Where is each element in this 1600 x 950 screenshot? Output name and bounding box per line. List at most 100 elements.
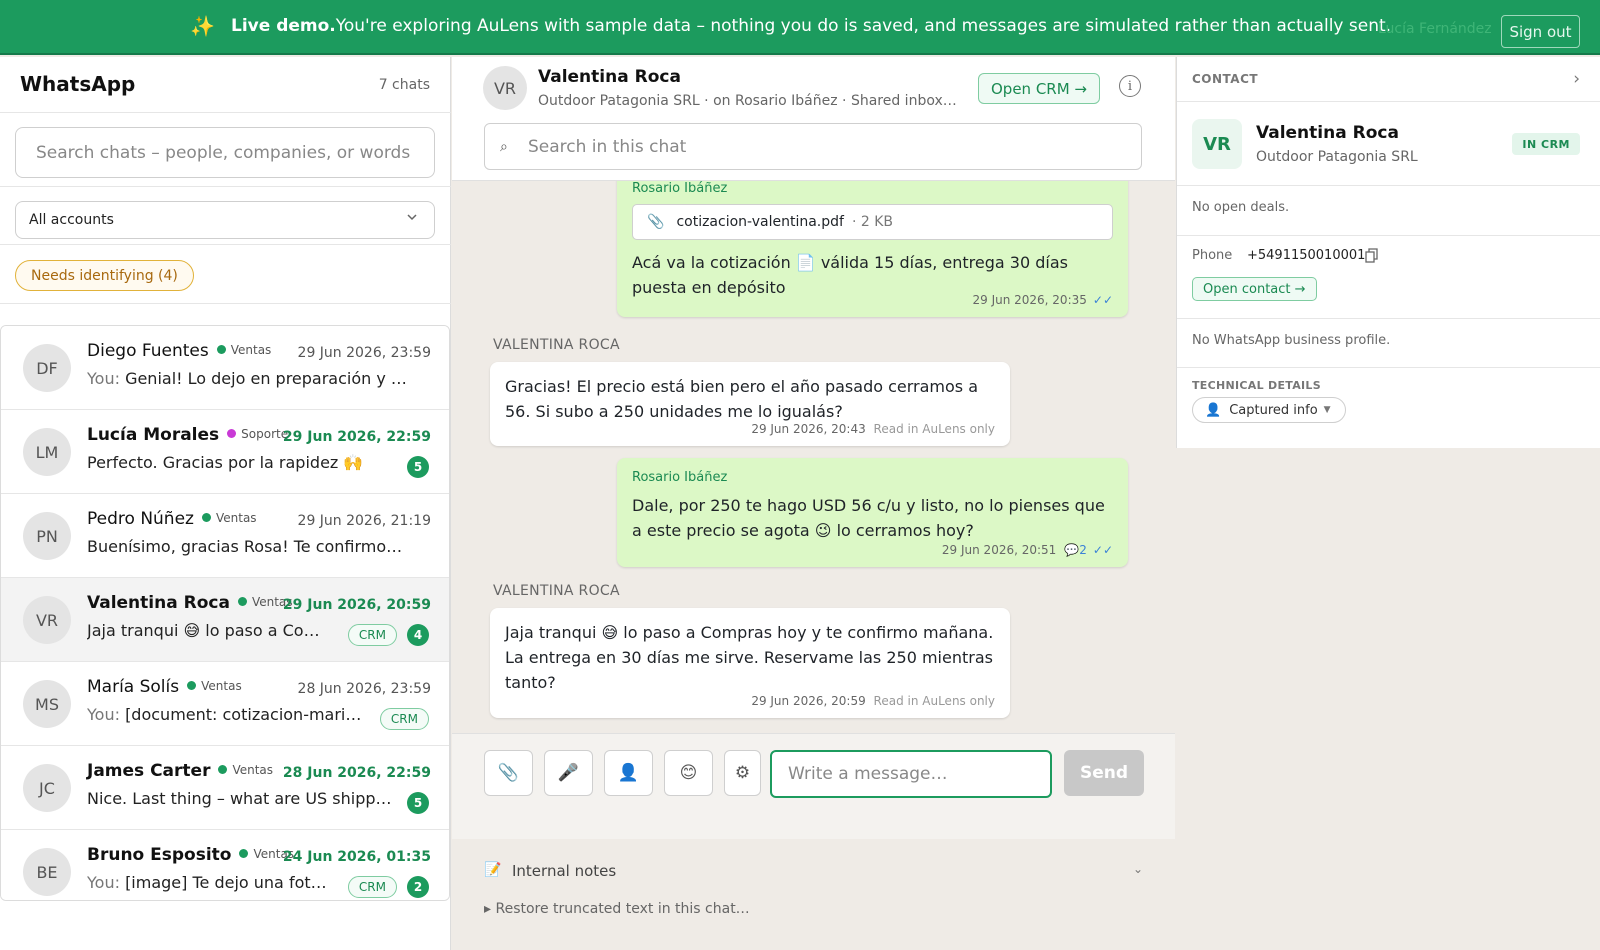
avatar: LM — [23, 428, 71, 476]
chat-count: 7 chats — [378, 77, 430, 93]
chat-time: 28 Jun 2026, 22:59 — [282, 765, 431, 781]
chat-search-input[interactable] — [15, 127, 435, 178]
divider — [1177, 235, 1600, 236]
chat-name-text: Diego Fuentes — [87, 341, 209, 361]
status-badge: IN CRM — [1512, 133, 1580, 155]
preview-text: Nice. Last thing – what are US shipp… — [87, 789, 392, 808]
message-time: 29 Jun 2026, 20:51 — [941, 543, 1057, 557]
internal-notes-section: 📝 Internal notes ⌄ ▸ Restore truncated t… — [452, 839, 1175, 950]
chat-contact-name: Diego Fuentes Ventas — [87, 341, 271, 361]
chat-list-item[interactable]: MS María Solís Ventas 28 Jun 2026, 23:59 You… — [1, 662, 449, 746]
chat-time: 29 Jun 2026, 23:59 — [297, 345, 431, 361]
settings-icon[interactable]: ⚙ — [724, 750, 761, 796]
divider — [0, 244, 451, 245]
you-prefix: You: — [87, 705, 126, 724]
demo-banner: ✨ Live demo.You're exploring AuLens with… — [0, 0, 1600, 55]
account-filter-select[interactable]: All accounts — [15, 201, 435, 239]
unread-count-badge: 5 — [407, 456, 429, 478]
contact-panel: CONTACT › VR Valentina Roca Outdoor Pata… — [1176, 57, 1600, 448]
message-time: 29 Jun 2026, 20:59 — [751, 694, 866, 708]
conversation-pane: VR Valentina Roca Outdoor Patagonia SRL … — [452, 57, 1175, 950]
message-list[interactable]: Rosario Ibáñez 📎 cotizacion-valentina.pd… — [452, 181, 1175, 733]
captured-info-dropdown[interactable]: 👤 Captured info ▼ — [1192, 397, 1346, 423]
chat-list-item[interactable]: JC James Carter Ventas 28 Jun 2026, 22:59 Ni… — [1, 746, 449, 830]
chat-list-item[interactable]: BE Bruno Esposito Ventas 24 Jun 2026, 01:35… — [1, 830, 449, 900]
unread-count-badge: 4 — [407, 624, 429, 646]
chevron-down-icon[interactable]: ⌄ — [1133, 862, 1143, 876]
tag-dot-icon — [239, 849, 249, 858]
preview-text: Genial! Lo dejo en preparación y … — [125, 369, 407, 388]
file-attachment[interactable]: 📎 cotizacion-valentina.pdf · 2 KB — [632, 204, 1113, 240]
avatar: VR — [23, 596, 71, 644]
unread-count-badge: 5 — [407, 792, 429, 814]
reply-count-icon[interactable]: 💬2 — [1064, 543, 1087, 557]
paperclip-icon[interactable]: 📎 — [484, 750, 533, 796]
message-input[interactable] — [770, 750, 1052, 798]
account-filter-value: All accounts — [29, 212, 114, 228]
emoji-icon[interactable]: 😊 — [664, 750, 713, 796]
divider — [0, 186, 451, 187]
divider — [1177, 367, 1600, 368]
preview-text: Buenísimo, gracias Rosa! Te confirmo … — [87, 537, 407, 556]
chat-contact-name: María Solís Ventas — [87, 677, 242, 697]
chat-list-item[interactable]: DF Diego Fuentes Ventas 29 Jun 2026, 23:59 Y… — [1, 326, 449, 410]
in-chat-search-input[interactable] — [528, 136, 1128, 157]
message-text: Dale, por 250 te hago USD 56 c/u y listo… — [632, 496, 1105, 540]
chat-list-item[interactable]: PN Pedro Núñez Ventas 29 Jun 2026, 21:19 Bue… — [1, 494, 449, 578]
unread-count-badge: 2 — [407, 876, 429, 898]
copy-icon[interactable] — [1365, 248, 1379, 268]
read-ticks-icon: ✓✓ — [1092, 543, 1113, 557]
sender-label: VALENTINA ROCA — [493, 337, 620, 353]
business-profile-text: No WhatsApp business profile. — [1192, 333, 1391, 348]
open-crm-button[interactable]: Open CRM → — [978, 73, 1100, 104]
tag-label: Ventas — [215, 510, 257, 525]
chat-preview: You: Genial! Lo dejo en preparación y … — [87, 369, 407, 388]
avatar: DF — [23, 344, 71, 392]
avatar: JC — [23, 764, 71, 812]
send-button[interactable]: Send — [1064, 750, 1144, 796]
divider — [1177, 101, 1600, 102]
message-author: Rosario Ibáñez — [632, 181, 728, 196]
read-note: Read in AuLens only — [873, 694, 995, 708]
needs-identifying-filter[interactable]: Needs identifying (4) — [15, 260, 194, 291]
restore-truncated-toggle[interactable]: ▸ Restore truncated text in this chat… — [484, 901, 750, 917]
sign-out-button[interactable]: Sign out — [1501, 15, 1580, 48]
chat-contact-name: Valentina Roca Ventas — [87, 593, 293, 613]
internal-notes-toggle[interactable]: Internal notes — [512, 862, 616, 880]
chat-time: 29 Jun 2026, 20:59 — [282, 597, 431, 613]
message-meta: 29 Jun 2026, 20:43 Read in AuLens only — [751, 422, 995, 436]
preview-text: [image] Te dejo una fot… — [125, 873, 327, 892]
open-contact-button[interactable]: Open contact → — [1192, 277, 1317, 301]
chat-time: 29 Jun 2026, 22:59 — [282, 429, 431, 445]
avatar: VR — [1192, 119, 1242, 169]
chat-name-text: María Solís — [87, 677, 180, 697]
chevron-right-icon[interactable]: › — [1573, 69, 1580, 89]
divider — [0, 112, 451, 113]
chat-name-text: Bruno Esposito — [87, 845, 232, 865]
chat-preview: You: [image] Te dejo una fot… — [87, 873, 332, 892]
chat-preview: Perfecto. Gracias por la rapidez 🙌 — [87, 453, 407, 472]
contact-icon[interactable]: 👤 — [604, 750, 653, 796]
conversation-header: VR Valentina Roca Outdoor Patagonia SRL … — [452, 57, 1175, 181]
sidebar-title: WhatsApp — [20, 72, 136, 96]
chat-contact-name: James Carter Ventas — [87, 761, 273, 781]
captured-info-label: Captured info — [1229, 402, 1318, 418]
microphone-icon[interactable]: 🎤 — [544, 750, 593, 796]
chat-time: 24 Jun 2026, 01:35 — [282, 849, 431, 865]
chat-name-text: Valentina Roca — [87, 593, 230, 613]
tag-label: Soporte — [241, 426, 289, 441]
chat-name-text: Lucía Morales — [87, 425, 220, 445]
contact-company: Outdoor Patagonia SRL — [1256, 149, 1418, 165]
contact-name: Valentina Roca — [1256, 123, 1399, 143]
chat-search-box: ⌕ — [484, 123, 1142, 170]
tag-dot-icon — [237, 597, 247, 606]
info-icon[interactable]: i — [1119, 75, 1141, 97]
chat-time: 28 Jun 2026, 23:59 — [297, 681, 431, 697]
chat-list: DF Diego Fuentes Ventas 29 Jun 2026, 23:59 Y… — [0, 325, 450, 901]
message-meta: 29 Jun 2026, 20:51 💬2 ✓✓ — [942, 543, 1113, 557]
chat-tag: Ventas — [216, 343, 271, 357]
chat-list-item[interactable]: VR Valentina Roca Ventas 29 Jun 2026, 20:59… — [1, 578, 449, 662]
tag-label: Ventas — [201, 678, 242, 693]
chat-list-item[interactable]: LM Lucía Morales Soporte 29 Jun 2026, 22:59… — [1, 410, 449, 494]
tag-label: Ventas — [232, 762, 274, 777]
